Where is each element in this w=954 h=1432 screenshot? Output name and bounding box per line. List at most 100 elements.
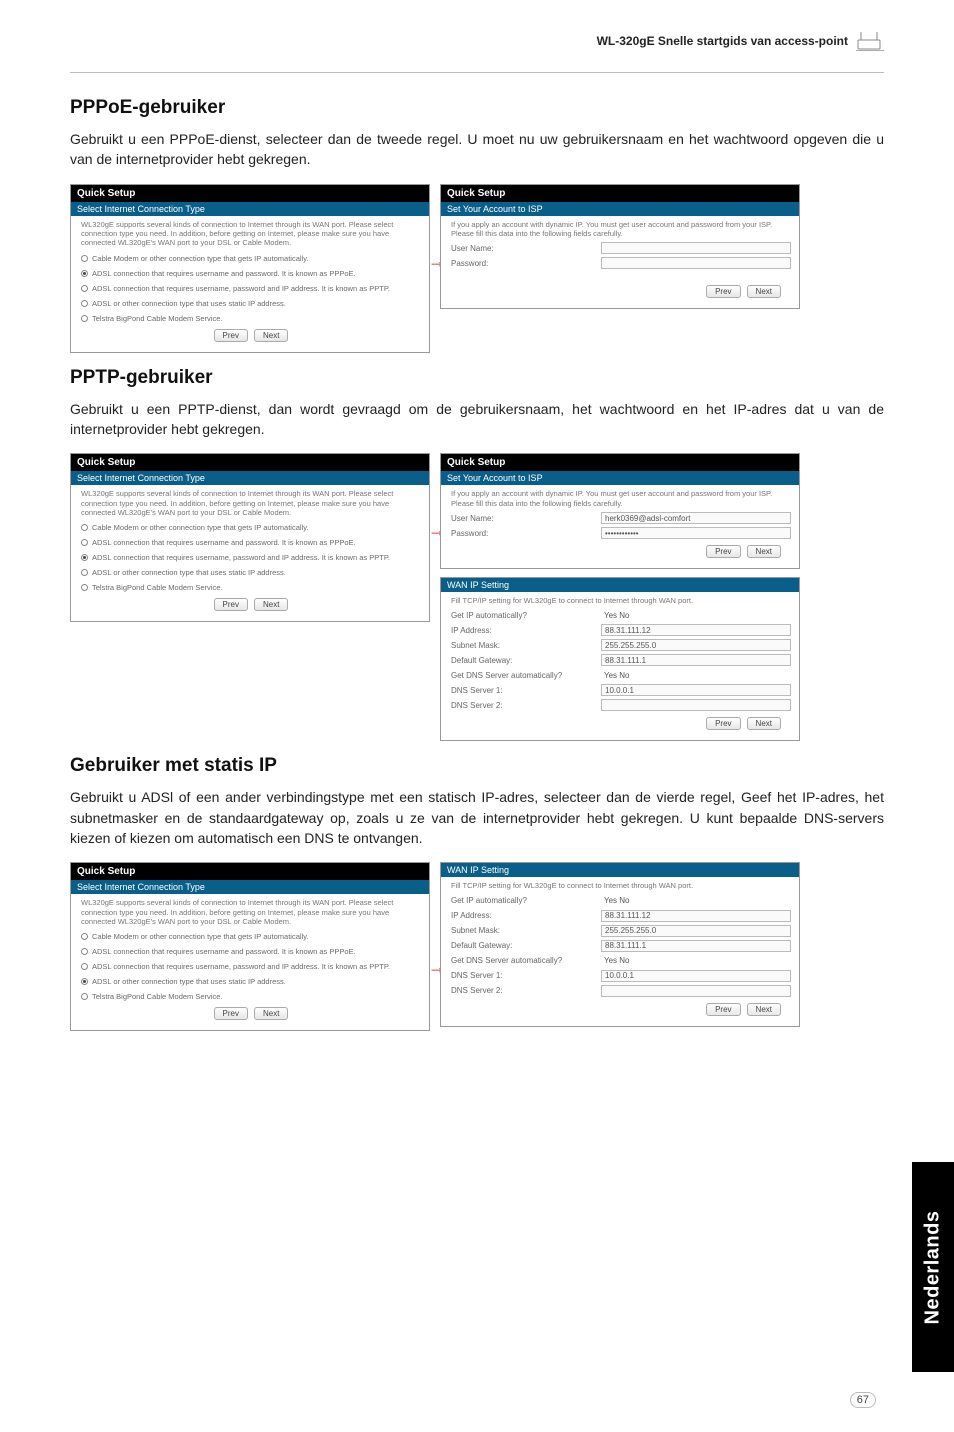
getip-label: Get IP automatically? bbox=[451, 896, 591, 905]
isp-login-panel: Quick Setup Set Your Account to ISP If y… bbox=[440, 453, 800, 569]
radio-opt-bigpond[interactable]: Telstra BigPond Cable Modem Service. bbox=[81, 583, 421, 592]
panel-subtitle: Set Your Account to ISP bbox=[441, 471, 799, 485]
language-tab: Nederlands bbox=[912, 1162, 954, 1372]
panel-subtitle: WAN IP Setting bbox=[441, 578, 799, 592]
password-label: Password: bbox=[451, 529, 591, 538]
radio-opt-static[interactable]: ADSL or other connection type that uses … bbox=[81, 568, 421, 577]
gw-field[interactable]: 88.31.111.1 bbox=[601, 654, 791, 666]
quick-setup-panel: Quick Setup Select Internet Connection T… bbox=[70, 862, 430, 1031]
panel-title: Quick Setup bbox=[441, 454, 799, 471]
panel-subtitle: Select Internet Connection Type bbox=[71, 880, 429, 894]
username-label: User Name: bbox=[451, 514, 591, 523]
page-header: WL-320gE Snelle startgids van access-poi… bbox=[70, 30, 884, 52]
dns1-label: DNS Server 1: bbox=[451, 686, 591, 695]
mask-label: Subnet Mask: bbox=[451, 641, 591, 650]
gw-label: Default Gateway: bbox=[451, 656, 591, 665]
quick-setup-panel: Quick Setup Select Internet Connection T… bbox=[70, 184, 430, 353]
radio-opt-static[interactable]: ADSL or other connection type that uses … bbox=[81, 299, 421, 308]
mask-field[interactable]: 255.255.255.0 bbox=[601, 925, 791, 937]
getdns-radio[interactable]: Yes No bbox=[601, 669, 791, 681]
ip-field[interactable]: 88.31.111.12 bbox=[601, 624, 791, 636]
password-label: Password: bbox=[451, 259, 591, 268]
dns1-label: DNS Server 1: bbox=[451, 971, 591, 980]
page-number: 67 bbox=[850, 1392, 876, 1408]
panel-desc: WL320gE supports several kinds of connec… bbox=[81, 898, 421, 926]
wan-ip-panel: WAN IP Setting Fill TCP/IP setting for W… bbox=[440, 577, 800, 741]
panel-title: Quick Setup bbox=[71, 454, 429, 471]
getdns-label: Get DNS Server automatically? bbox=[451, 956, 591, 965]
pppoe-screenshots: → Quick Setup Select Internet Connection… bbox=[70, 184, 884, 353]
panel-desc: If you apply an account with dynamic IP.… bbox=[451, 220, 791, 239]
radio-opt-cable[interactable]: Cable Modem or other connection type tha… bbox=[81, 254, 421, 263]
radio-opt-static[interactable]: ADSL or other connection type that uses … bbox=[81, 977, 421, 986]
panel-desc: WL320gE supports several kinds of connec… bbox=[81, 220, 421, 248]
radio-opt-pptp[interactable]: ADSL connection that requires username, … bbox=[81, 553, 421, 562]
radio-opt-pppoe[interactable]: ADSL connection that requires username a… bbox=[81, 538, 421, 547]
prev-button[interactable]: Prev bbox=[706, 717, 740, 730]
language-tab-label: Nederlands bbox=[922, 1210, 945, 1324]
radio-opt-pptp[interactable]: ADSL connection that requires username, … bbox=[81, 284, 421, 293]
quick-setup-panel: Quick Setup Select Internet Connection T… bbox=[70, 453, 430, 622]
prev-button[interactable]: Prev bbox=[214, 1007, 248, 1020]
next-button[interactable]: Next bbox=[254, 598, 288, 611]
panel-desc: Fill TCP/IP setting for WL320gE to conne… bbox=[451, 881, 791, 890]
password-field[interactable]: •••••••••••• bbox=[601, 527, 791, 539]
dns1-field[interactable]: 10.0.0.1 bbox=[601, 684, 791, 696]
next-button[interactable]: Next bbox=[747, 1003, 781, 1016]
radio-opt-bigpond[interactable]: Telstra BigPond Cable Modem Service. bbox=[81, 992, 421, 1001]
next-button[interactable]: Next bbox=[254, 329, 288, 342]
getip-radio[interactable]: Yes No bbox=[601, 609, 791, 621]
username-label: User Name: bbox=[451, 244, 591, 253]
dns2-field[interactable] bbox=[601, 985, 791, 997]
pptp-screenshots: → ↓ Quick Setup Select Internet Connecti… bbox=[70, 453, 884, 741]
pptp-title: PPTP-gebruiker bbox=[70, 367, 884, 389]
username-field[interactable] bbox=[601, 242, 791, 254]
router-icon bbox=[856, 30, 884, 52]
next-button[interactable]: Next bbox=[254, 1007, 288, 1020]
panel-desc: WL320gE supports several kinds of connec… bbox=[81, 489, 421, 517]
radio-opt-cable[interactable]: Cable Modem or other connection type tha… bbox=[81, 523, 421, 532]
radio-opt-pptp[interactable]: ADSL connection that requires username, … bbox=[81, 962, 421, 971]
mask-field[interactable]: 255.255.255.0 bbox=[601, 639, 791, 651]
prev-button[interactable]: Prev bbox=[214, 598, 248, 611]
getdns-radio[interactable]: Yes No bbox=[601, 955, 791, 967]
prev-button[interactable]: Prev bbox=[706, 1003, 740, 1016]
mask-label: Subnet Mask: bbox=[451, 926, 591, 935]
gw-field[interactable]: 88.31.111.1 bbox=[601, 940, 791, 952]
getip-radio[interactable]: Yes No bbox=[601, 895, 791, 907]
panel-title: Quick Setup bbox=[441, 185, 799, 202]
ip-label: IP Address: bbox=[451, 911, 591, 920]
username-field[interactable]: herk0369@adsl-comfort bbox=[601, 512, 791, 524]
pppoe-title: PPPoE-gebruiker bbox=[70, 97, 884, 119]
getdns-label: Get DNS Server automatically? bbox=[451, 671, 591, 680]
dns1-field[interactable]: 10.0.0.1 bbox=[601, 970, 791, 982]
radio-opt-pppoe[interactable]: ADSL connection that requires username a… bbox=[81, 947, 421, 956]
panel-title: Quick Setup bbox=[71, 185, 429, 202]
static-screenshots: → Quick Setup Select Internet Connection… bbox=[70, 862, 884, 1031]
dns2-field[interactable] bbox=[601, 699, 791, 711]
password-field[interactable] bbox=[601, 257, 791, 269]
panel-subtitle: Select Internet Connection Type bbox=[71, 471, 429, 485]
radio-opt-pppoe[interactable]: ADSL connection that requires username a… bbox=[81, 269, 421, 278]
pppoe-text: Gebruikt u een PPPoE-dienst, selecteer d… bbox=[70, 129, 884, 170]
dns2-label: DNS Server 2: bbox=[451, 986, 591, 995]
getip-label: Get IP automatically? bbox=[451, 611, 591, 620]
radio-opt-bigpond[interactable]: Telstra BigPond Cable Modem Service. bbox=[81, 314, 421, 323]
dns2-label: DNS Server 2: bbox=[451, 701, 591, 710]
next-button[interactable]: Next bbox=[747, 545, 781, 558]
prev-button[interactable]: Prev bbox=[214, 329, 248, 342]
radio-opt-cable[interactable]: Cable Modem or other connection type tha… bbox=[81, 932, 421, 941]
panel-desc: If you apply an account with dynamic IP.… bbox=[451, 489, 791, 508]
next-button[interactable]: Next bbox=[747, 717, 781, 730]
prev-button[interactable]: Prev bbox=[706, 285, 740, 298]
header-title: WL-320gE Snelle startgids van access-poi… bbox=[597, 34, 848, 48]
panel-subtitle: WAN IP Setting bbox=[441, 863, 799, 877]
ip-field[interactable]: 88.31.111.12 bbox=[601, 910, 791, 922]
pptp-text: Gebruikt u een PPTP-dienst, dan wordt ge… bbox=[70, 399, 884, 440]
next-button[interactable]: Next bbox=[747, 285, 781, 298]
panel-subtitle: Set Your Account to ISP bbox=[441, 202, 799, 216]
static-title: Gebruiker met statis IP bbox=[70, 755, 884, 777]
divider bbox=[70, 72, 884, 73]
panel-title: Quick Setup bbox=[71, 863, 429, 880]
prev-button[interactable]: Prev bbox=[706, 545, 740, 558]
